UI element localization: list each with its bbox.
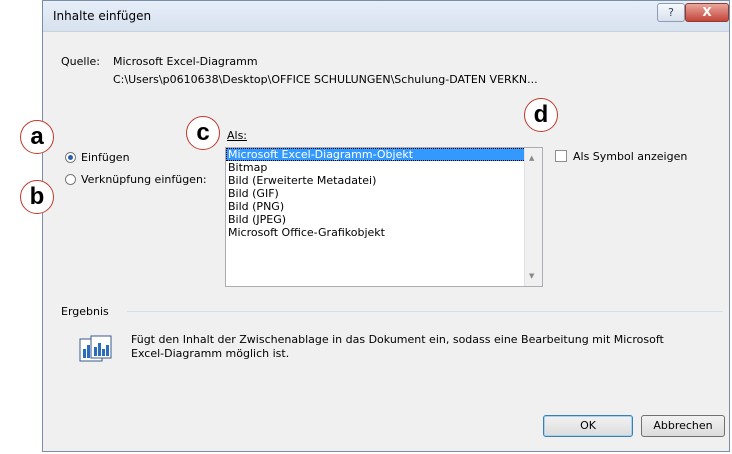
radio-link-indicator[interactable] (65, 174, 76, 185)
cancel-button[interactable]: Abbrechen (641, 415, 725, 437)
source-label: Quelle: (61, 55, 100, 68)
list-scrollbar[interactable]: ▲ ▼ (524, 148, 542, 286)
list-item[interactable]: Bitmap (226, 161, 542, 174)
paste-format-list[interactable]: Microsoft Excel-Diagramm-Objekt Bitmap B… (225, 147, 543, 287)
help-button[interactable]: ? (657, 3, 685, 22)
radio-paste-indicator[interactable] (65, 152, 76, 163)
scroll-down-icon[interactable]: ▼ (529, 272, 534, 280)
list-item[interactable]: Bild (PNG) (226, 200, 542, 213)
excel-chart-object-icon (79, 335, 112, 362)
radio-paste-label[interactable]: Einfügen (81, 151, 130, 164)
annotation-marker-a: a (20, 120, 54, 154)
list-item[interactable]: Bild (JPEG) (226, 213, 542, 226)
as-label: Als: (227, 129, 248, 142)
source-path: C:\Users\p0610638\Desktop\OFFICE SCHULUN… (113, 73, 538, 86)
title-bar: Inhalte einfügen ? X (43, 1, 729, 32)
symbol-checkbox-label[interactable]: Als Symbol anzeigen (573, 150, 687, 163)
symbol-checkbox[interactable] (555, 150, 567, 162)
annotation-marker-c: c (186, 116, 220, 150)
list-item[interactable]: Bild (GIF) (226, 187, 542, 200)
source-value: Microsoft Excel-Diagramm (113, 55, 258, 68)
list-item[interactable]: Microsoft Excel-Diagramm-Objekt (226, 148, 542, 161)
close-icon: X (702, 5, 712, 19)
list-item[interactable]: Bild (Erweiterte Metadatei) (226, 174, 542, 187)
scroll-up-icon[interactable]: ▲ (529, 154, 534, 162)
paste-special-dialog: Inhalte einfügen ? X Quelle: Microsoft E… (42, 0, 730, 452)
close-button[interactable]: X (685, 3, 729, 22)
annotation-marker-b: b (20, 180, 54, 214)
dialog-title: Inhalte einfügen (53, 9, 152, 23)
result-divider (127, 311, 723, 312)
help-icon: ? (668, 6, 674, 19)
list-item[interactable]: Microsoft Office-Grafikobjekt (226, 226, 542, 239)
radio-link-label[interactable]: Verknüpfung einfügen: (81, 173, 207, 186)
result-text-line1: Fügt den Inhalt der Zwischenablage in da… (131, 333, 664, 346)
result-label: Ergebnis (61, 305, 109, 318)
ok-button[interactable]: OK (543, 415, 633, 437)
result-text-line2: Excel-Diagramm möglich ist. (131, 347, 290, 360)
annotation-marker-d: d (524, 98, 558, 132)
